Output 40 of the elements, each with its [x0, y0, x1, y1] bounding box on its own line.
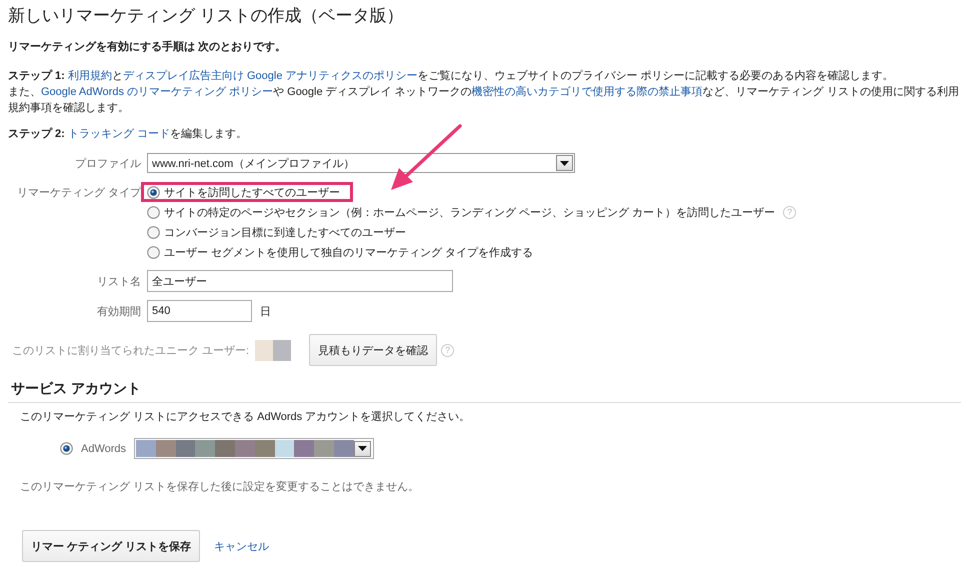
notice-text: このリマーケティング リストを保存した後に設定を変更することはできません。: [20, 480, 420, 494]
link[interactable]: 機密性の高いカテゴリで使用する際の禁止事項: [472, 86, 703, 98]
dropdown-button[interactable]: [354, 440, 371, 456]
radio-button[interactable]: [147, 226, 160, 238]
radio-button[interactable]: [147, 246, 160, 258]
field-label: 有効期間: [96, 304, 141, 318]
field-label: リスト名: [96, 274, 141, 288]
pixelated-value: [255, 340, 292, 360]
cancel-link[interactable]: キャンセル: [214, 538, 270, 554]
field-label: このリストに割り当てられたユニーク ユーザー:: [12, 344, 250, 358]
list-name-field[interactable]: 全ユーザー: [147, 270, 453, 292]
step-text: ステップ 2: トラッキング コード を編集します。: [8, 126, 248, 142]
page-title: 新しいリマーケティング リストの作成（ベータ版）: [8, 5, 405, 27]
radio-option[interactable]: ユーザー セグメントを使用して独自のリマーケティング タイプを作成する: [141, 242, 540, 262]
profile-dropdown[interactable]: www.nri-net.com（メインプロファイル）: [147, 153, 575, 173]
radio-button[interactable]: [147, 186, 160, 198]
radio-button[interactable]: [147, 206, 160, 218]
link[interactable]: 利用規約: [68, 70, 112, 82]
link[interactable]: Google AdWords のリマーケティング ポリシー: [41, 86, 274, 98]
radio-option[interactable]: サイトの特定のページやセクション（例：ホームページ、ランディング ページ、ショッピング カート）を訪問したユーザー ?: [141, 202, 802, 222]
account-dropdown[interactable]: [134, 438, 374, 459]
field-label: リマーケティング タイプ: [16, 186, 141, 200]
caret-icon: [358, 446, 367, 451]
link[interactable]: ディスプレイ広告主向け Google アナリティクスのポリシー: [122, 70, 418, 82]
duration-field[interactable]: 540: [147, 300, 252, 322]
radio-option[interactable]: コンバージョン目標に到達したすべてのユーザー: [141, 222, 412, 242]
highlighted-option[interactable]: サイトを訪問したすべてのユーザー: [141, 182, 353, 202]
dropdown-button[interactable]: [556, 155, 573, 171]
step-text: ステップ 1: 利用規約 と ディスプレイ広告主向け Google アナリティクスのポリシーをご覧になり、ウェブサイトのプライバシー ポリシーに記載する必要のある内容を確認します。 また、Google AdWords のリマーケティング ポリシーや Google ディスプレイ ネットワークの機密性の高いカテゴリで使用する際の禁止事項など、リマーケティング リストの使用に関する利用規約事項を確認します。: [8, 68, 960, 116]
field-label: プロファイル: [74, 156, 141, 170]
instructions-heading: リマーケティングを有効にする手順は 次のとおりです。: [8, 40, 288, 54]
radio-button[interactable]: [60, 442, 73, 455]
link[interactable]: トラッキング コード: [68, 128, 170, 140]
section-description: このリマーケティング リストにアクセスできる AdWords アカウントを選択してください。: [20, 410, 472, 424]
save-button[interactable]: リマー ケティング リストを保存: [22, 530, 200, 562]
unit-label: 日: [260, 304, 271, 318]
account-label: AdWords: [81, 442, 126, 454]
estimate-button[interactable]: 見積もりデータを確認: [309, 334, 438, 366]
caret-icon: [560, 160, 569, 166]
section-heading: サービス アカウント: [8, 374, 961, 403]
